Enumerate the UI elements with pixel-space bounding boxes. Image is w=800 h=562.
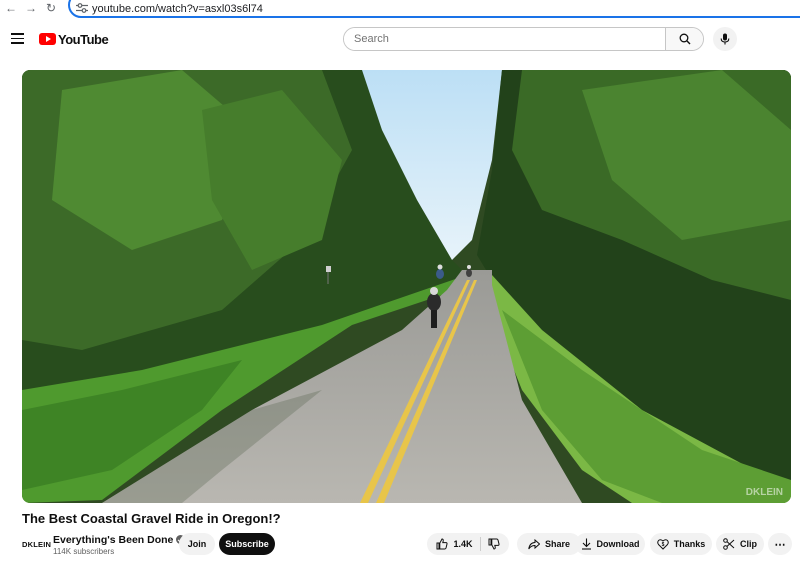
site-settings-icon[interactable] <box>76 3 88 13</box>
scissors-icon <box>723 538 735 550</box>
video-watermark: DKLEIN <box>745 487 783 498</box>
download-icon <box>581 538 591 550</box>
thumbs-up-icon <box>436 538 449 550</box>
youtube-play-icon <box>39 33 56 45</box>
thanks-label: Thanks <box>673 539 706 549</box>
share-label: Share <box>544 539 570 549</box>
logo-text: YouTube <box>58 31 109 47</box>
url-text[interactable]: youtube.com/watch?v=asxl03s6l74 <box>92 3 263 15</box>
search-bar <box>343 27 704 51</box>
clip-label: Clip <box>740 539 757 549</box>
thanks-heart-icon: $ <box>656 539 669 550</box>
browser-toolbar: ← → ↻ youtube.com/watch?v=asxl03s6l74 <box>0 0 800 18</box>
join-button[interactable]: Join <box>179 533 215 555</box>
channel-avatar[interactable]: DKLEIN <box>22 537 51 553</box>
like-divider <box>479 537 481 551</box>
reload-icon[interactable]: ↻ <box>44 1 58 15</box>
clip-button[interactable]: Clip <box>716 533 764 555</box>
address-bar[interactable]: youtube.com/watch?v=asxl03s6l74 <box>68 0 800 18</box>
like-count: 1.4K <box>453 539 473 549</box>
menu-icon[interactable] <box>11 33 24 44</box>
youtube-logo[interactable]: YouTube <box>39 31 109 47</box>
share-button[interactable]: Share <box>517 533 581 555</box>
search-icon <box>679 33 690 45</box>
search-button[interactable] <box>665 28 703 50</box>
channel-name-text[interactable]: Everything's Been Done <box>53 534 173 546</box>
mic-icon <box>720 33 730 45</box>
back-arrow-icon[interactable]: ← <box>4 1 18 15</box>
video-player[interactable]: DKLEIN <box>22 70 791 503</box>
masthead: YouTube <box>0 18 800 62</box>
video-frame <box>22 70 791 503</box>
thanks-button[interactable]: $ Thanks <box>650 533 712 555</box>
channel-row: DKLEIN Everything's Been Done 114K subsc… <box>22 533 792 557</box>
channel-name[interactable]: Everything's Been Done <box>53 534 186 546</box>
like-button[interactable]: 1.4K <box>436 538 473 550</box>
video-title: The Best Coastal Gravel Ride in Oregon!? <box>22 511 281 526</box>
like-dislike-group: 1.4K <box>427 533 509 555</box>
subscribe-button[interactable]: Subscribe <box>219 533 275 555</box>
download-label: Download <box>596 539 640 549</box>
share-icon <box>528 538 540 549</box>
thumbs-down-icon[interactable] <box>488 538 500 550</box>
svg-text:$: $ <box>661 542 664 548</box>
subscriber-count: 114K subscribers <box>53 547 115 556</box>
voice-search-button[interactable] <box>713 27 737 51</box>
forward-arrow-icon[interactable]: → <box>24 1 38 15</box>
download-button[interactable]: Download <box>575 533 645 555</box>
more-actions-button[interactable]: ⋯ <box>768 533 792 555</box>
search-input[interactable] <box>344 28 665 50</box>
